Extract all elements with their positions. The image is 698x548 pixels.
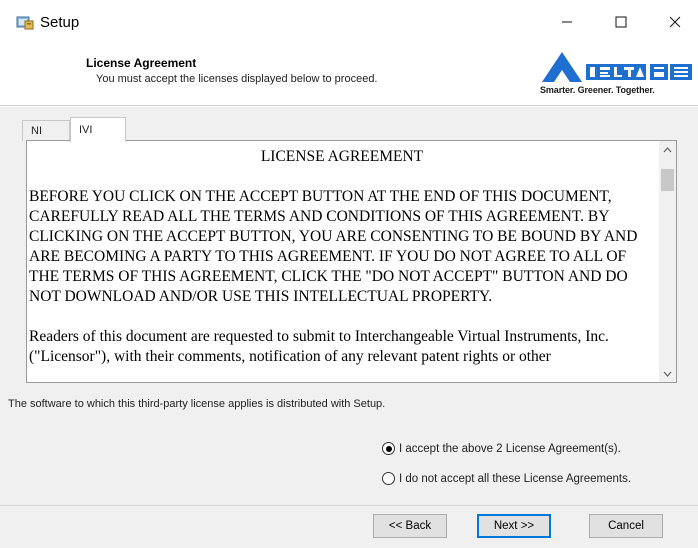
logo-tagline: Smarter. Greener. Together. [540,85,655,95]
minimize-icon [562,21,572,23]
accept-radio[interactable] [382,442,395,455]
decline-radio[interactable] [382,472,395,485]
delta-logo-icon [542,52,692,82]
scroll-up-arrow-icon[interactable] [659,141,676,158]
wizard-content: NI IVI LICENSE AGREEMENT BEFORE YOU CLIC… [0,107,698,505]
wizard-header: License Agreement You must accept the li… [0,44,698,106]
vertical-scrollbar[interactable] [659,141,676,382]
license-title: LICENSE AGREEMENT [260,148,424,165]
maximize-icon [615,16,627,28]
page-title: License Agreement [86,56,197,70]
page-subtitle: You must accept the licenses displayed b… [96,73,378,85]
cancel-button[interactable]: Cancel [589,514,663,538]
license-paragraph: Readers of this document are requested t… [29,328,609,365]
tab-ni[interactable]: NI [22,120,70,141]
title-bar: Setup [0,0,698,44]
distribution-note: The software to which this third-party l… [8,398,386,410]
wizard-footer: << Back Next >> Cancel [0,505,698,548]
tab-ivi[interactable]: IVI [70,117,126,142]
license-paragraph: BEFORE YOU CLICK ON THE ACCEPT BUTTON AT… [29,188,638,305]
window-title: Setup [40,14,80,31]
delta-logo: Smarter. Greener. Together. [540,50,695,100]
close-button[interactable] [652,0,698,44]
accept-label[interactable]: I accept the above 2 License Agreement(s… [399,443,621,455]
back-button[interactable]: << Back [373,514,447,538]
decline-option[interactable]: I do not accept all these License Agreem… [382,472,631,485]
setup-installer-icon [16,14,34,30]
scroll-down-arrow-icon[interactable] [659,365,676,382]
minimize-button[interactable] [544,0,590,44]
close-icon [669,16,681,28]
license-text-area[interactable]: LICENSE AGREEMENT BEFORE YOU CLICK ON TH… [26,140,677,383]
decline-label[interactable]: I do not accept all these License Agreem… [399,473,631,485]
scroll-thumb[interactable] [661,169,674,191]
next-button[interactable]: Next >> [477,514,551,538]
license-body: LICENSE AGREEMENT BEFORE YOU CLICK ON TH… [29,147,655,382]
accept-option[interactable]: I accept the above 2 License Agreement(s… [382,442,621,455]
maximize-button[interactable] [598,0,644,44]
